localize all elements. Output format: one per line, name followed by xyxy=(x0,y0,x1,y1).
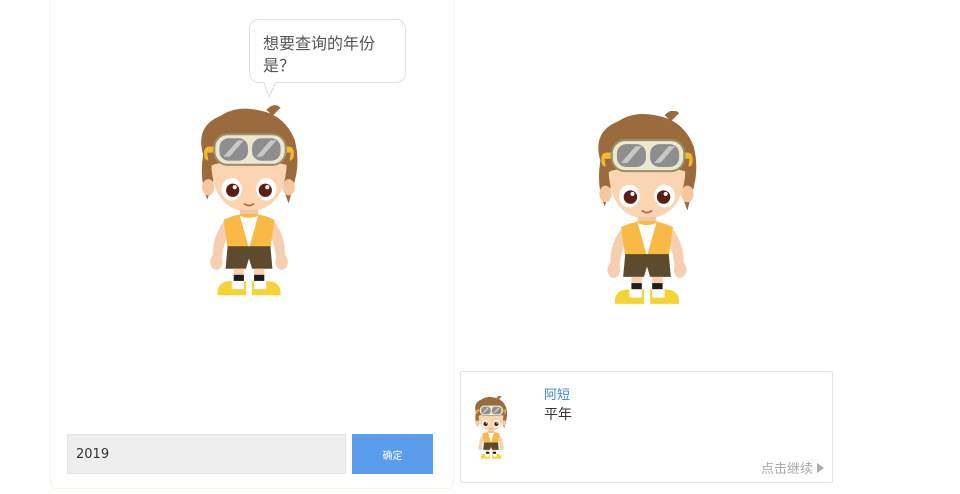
character-icon xyxy=(200,105,299,297)
character-icon xyxy=(597,111,698,305)
bubble-tail xyxy=(263,81,277,98)
continue-button[interactable]: 点击继续 xyxy=(761,458,824,477)
continue-label: 点击继续 xyxy=(760,462,813,477)
speech-bubble: 想要查询的年份是？ xyxy=(249,19,406,98)
speaker-avatar-icon xyxy=(474,396,508,459)
speaker-name: 阿短 xyxy=(544,388,571,403)
dialog-box[interactable]: 阿短 平年 点击继续 xyxy=(460,371,833,483)
play-arrow-icon xyxy=(817,462,824,473)
dialog-text: 平年 xyxy=(544,407,572,423)
confirm-button[interactable]: 确定 xyxy=(352,434,433,474)
question-text: 想要查询的年份是？ xyxy=(263,34,376,75)
year-input[interactable] xyxy=(67,434,346,474)
